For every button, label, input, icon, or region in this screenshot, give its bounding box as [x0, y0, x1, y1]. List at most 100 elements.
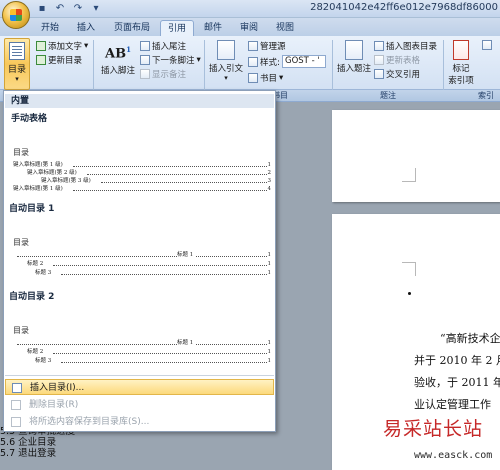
caption-icon: [345, 40, 363, 60]
leader-dots: [53, 265, 267, 266]
manage-sources-icon: [248, 41, 258, 51]
preview-row-page: 1: [267, 270, 272, 276]
site-watermark: 易采站长站: [383, 418, 484, 440]
add-text-button[interactable]: 添加文字 ▾: [36, 40, 88, 52]
chevron-down-icon: ▾: [279, 73, 284, 83]
preview-row-page: 1: [267, 358, 272, 364]
group-label-index: 索引: [478, 91, 494, 100]
tab-page-layout[interactable]: 页面布局: [108, 20, 156, 36]
cross-reference-label: 交叉引用: [386, 70, 421, 80]
office-button[interactable]: [2, 1, 30, 29]
chevron-down-icon: ▾: [224, 74, 228, 82]
insert-endnote-button[interactable]: 插入尾注: [140, 40, 186, 52]
leader-dots: [87, 174, 267, 175]
insert-citation-label: 插入引文: [208, 64, 243, 74]
redo-icon[interactable]: ↷: [72, 3, 84, 15]
qat-customize-icon[interactable]: ▾: [90, 3, 102, 15]
insert-citation-button[interactable]: 插入引文 ▾: [208, 40, 244, 82]
leader-dots: [73, 190, 267, 191]
dropdown-divider: [5, 375, 274, 376]
bibliography-icon: [248, 73, 258, 83]
document-page[interactable]: [332, 110, 500, 202]
office-logo-icon: [10, 9, 22, 21]
bibliography-button[interactable]: 书目 ▾: [248, 72, 283, 84]
next-footnote-label: 下一条脚注: [152, 56, 195, 66]
update-table-icon: [374, 55, 384, 65]
insert-toc-label: 插入目录(I)...: [30, 383, 85, 393]
citation-style-select[interactable]: GOST - ': [282, 55, 326, 68]
show-notes-button[interactable]: 显示备注: [140, 68, 186, 80]
next-footnote-button[interactable]: 下一条脚注 ▾: [140, 54, 201, 66]
dropdown-section-builtin: 内置: [5, 94, 274, 108]
preview-row-page: 1: [267, 261, 272, 267]
toc-button-label: 目录: [7, 65, 26, 75]
preview-row: 键入章标题(第 2 级) 2: [27, 169, 271, 177]
preview-row-label: 标题 1: [177, 339, 196, 347]
style-icon: [248, 57, 258, 67]
mark-entry-label: 标记: [452, 64, 470, 74]
toc-gallery-item-manual[interactable]: 手动表格 目录 键入章标题(第 1 级) 1 键入章标题(第 2 级) 2 键入…: [5, 109, 274, 197]
style-label-text: 样式:: [260, 58, 280, 68]
insert-footnote-button[interactable]: AB1 插入脚注: [98, 40, 138, 76]
doc-text-line: 业认定管理工作: [414, 398, 491, 411]
next-footnote-icon: [140, 55, 150, 65]
tab-references[interactable]: 引用: [160, 20, 194, 36]
doc-text-line: 验收，于 2011 年: [414, 376, 500, 389]
manage-sources-button[interactable]: 管理源: [248, 40, 286, 52]
preview-row: 标题 2 1: [27, 260, 271, 268]
preview-row-page: 2: [267, 170, 272, 176]
toc-gallery-item-auto-1[interactable]: 自动目录 1 目录 标题 1 1 标题 2 1 标题 3 1: [5, 199, 274, 285]
tab-mailings[interactable]: 邮件: [198, 20, 228, 36]
mark-entry-label-2: 索引项: [448, 76, 474, 86]
preview-toc-heading: 目录: [13, 326, 29, 335]
preview-row-label: 标题 2: [27, 349, 44, 355]
outline-item: 5.6 企业目录: [0, 437, 57, 448]
tab-review[interactable]: 审阅: [234, 20, 264, 36]
document-title: 282041042e42ff6e012e7968df86000: [310, 2, 498, 13]
mark-entry-button[interactable]: 标记 索引项: [446, 40, 476, 86]
preview-row: 标题 3 1: [35, 357, 271, 365]
preview-row: 标题 2 1: [27, 348, 271, 356]
save-selection-to-toc-gallery-command[interactable]: 将所选内容保存到目录库(S)...: [5, 414, 274, 430]
insert-table-of-figures-button[interactable]: 插入图表目录: [374, 40, 437, 52]
show-notes-icon: [140, 69, 150, 79]
tab-home[interactable]: 开始: [34, 20, 66, 36]
remove-toc-command[interactable]: 删除目录(R): [5, 397, 274, 413]
insert-footnote-label: 插入脚注: [100, 66, 135, 76]
preview-row-page: 1: [267, 349, 272, 355]
tab-insert[interactable]: 插入: [70, 20, 102, 36]
tab-view[interactable]: 视图: [270, 20, 300, 36]
footnote-ab-glyph: AB: [105, 46, 127, 62]
insert-toc-command[interactable]: 插入目录(I)...: [5, 379, 274, 395]
undo-icon[interactable]: ↶: [54, 3, 66, 15]
update-table-button[interactable]: 更新表格: [374, 54, 420, 66]
quick-access-toolbar: ▪ ↶ ↷ ▾: [36, 2, 102, 16]
preview-row: 标题 1 1: [13, 339, 271, 347]
table-of-figures-icon: [374, 41, 384, 51]
insert-index-icon: [482, 40, 492, 50]
leader-dots: [17, 344, 267, 345]
update-toc-button[interactable]: 更新目录: [36, 54, 82, 66]
title-bar: ▪ ↶ ↷ ▾ 282041042e42ff6e012e7968df86000: [0, 0, 500, 18]
bibliography-label: 书目: [260, 74, 278, 84]
leader-dots: [61, 274, 267, 275]
insert-table-of-figures-label: 插入图表目录: [386, 42, 438, 52]
cross-reference-icon: [374, 69, 384, 79]
leader-dots: [73, 166, 267, 167]
toc-button[interactable]: 目录 ▾: [4, 38, 30, 90]
save-selection-icon: [11, 417, 21, 427]
endnote-icon: [140, 41, 150, 51]
toc-gallery-item-auto-2[interactable]: 自动目录 2 目录 标题 1 1 标题 2 1 标题 3 1: [5, 287, 274, 371]
update-toc-label: 更新目录: [48, 56, 83, 66]
preview-row-label: 键入章标题(第 3 级): [41, 178, 91, 184]
preview-row: 标题 1 1: [13, 251, 271, 259]
preview-row: 键入章标题(第 3 级) 3: [41, 177, 271, 185]
page-corner-mark: [402, 262, 416, 276]
preview-row-label: 键入章标题(第 1 级): [13, 186, 63, 192]
insert-caption-button[interactable]: 插入题注: [336, 40, 372, 74]
save-icon[interactable]: ▪: [36, 3, 48, 15]
cross-reference-button[interactable]: 交叉引用: [374, 68, 420, 80]
group-label-captions: 题注: [380, 91, 396, 100]
citation-icon: [217, 40, 235, 60]
index-more-button[interactable]: [482, 40, 492, 50]
